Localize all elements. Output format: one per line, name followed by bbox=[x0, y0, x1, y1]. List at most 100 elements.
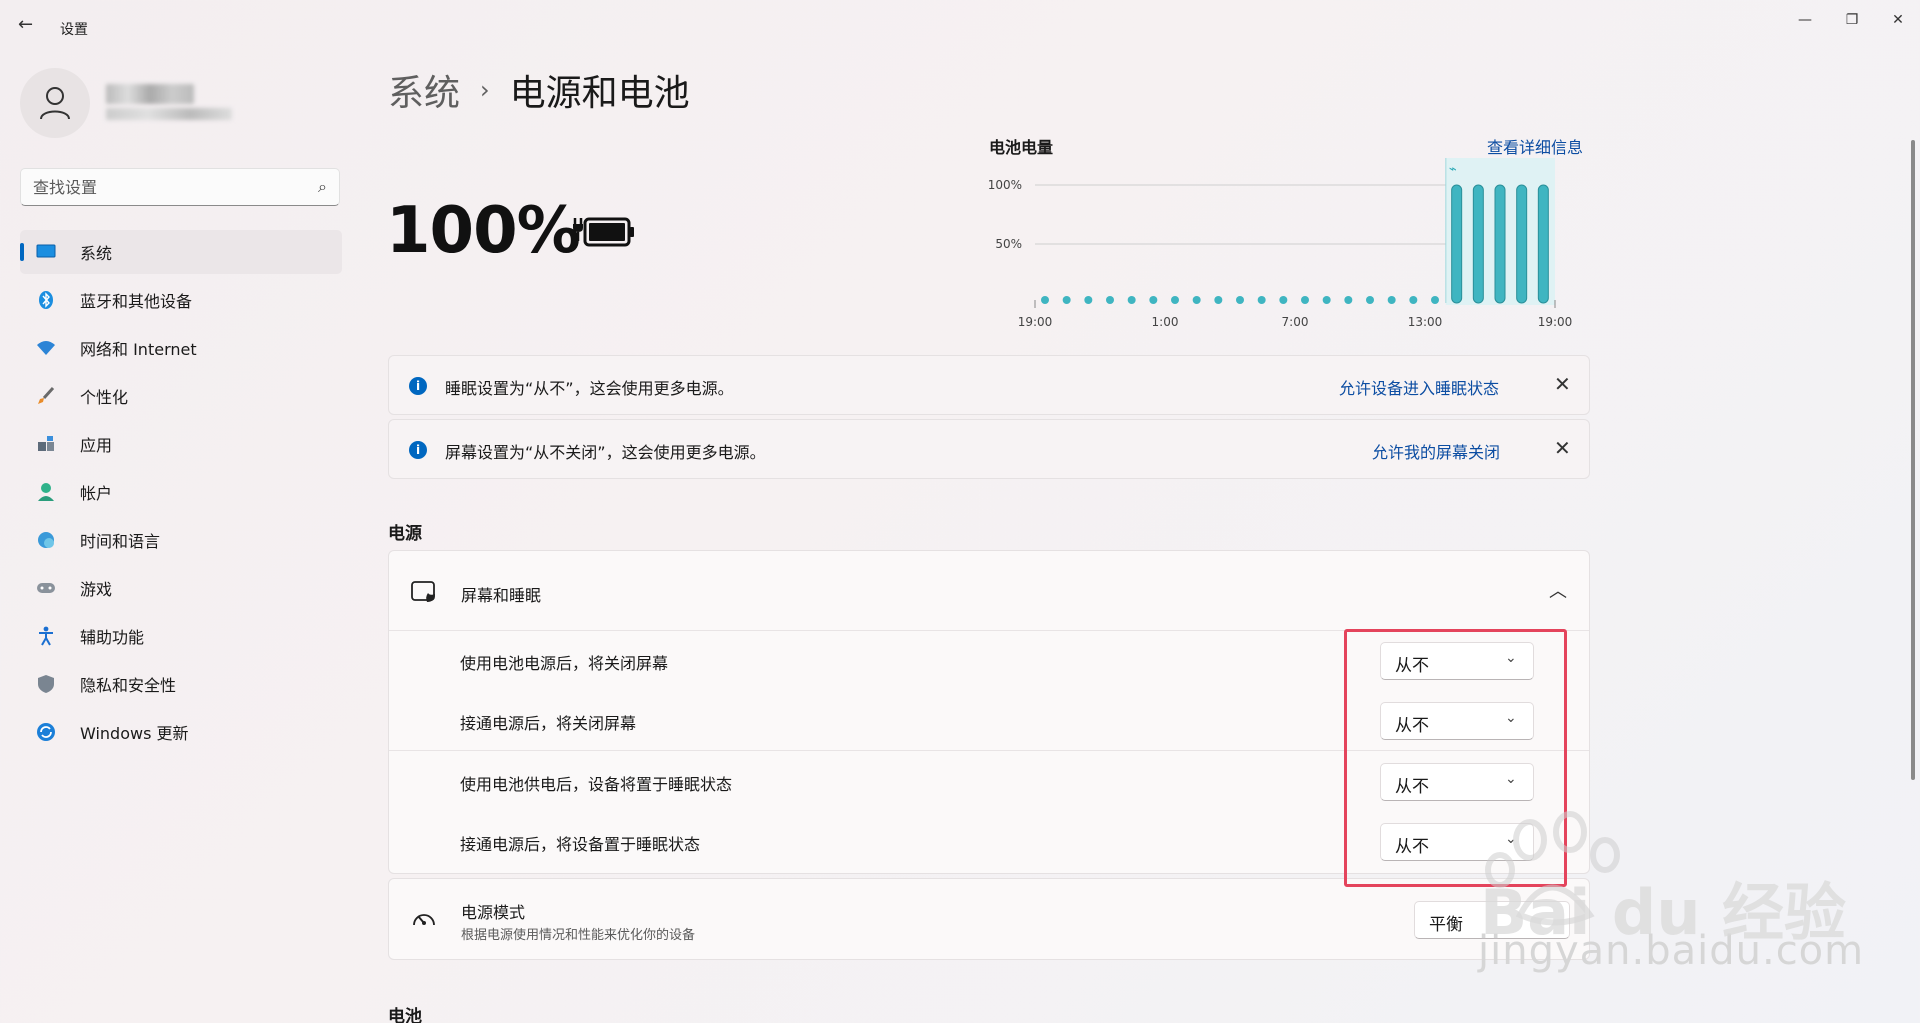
power-mode-title: 电源模式 bbox=[461, 903, 526, 922]
info-icon: i bbox=[409, 441, 427, 459]
chart-point bbox=[1431, 296, 1439, 304]
chart-point bbox=[1192, 296, 1201, 304]
search-input[interactable] bbox=[21, 169, 291, 205]
sidebar-item-label: 隐私和安全性 bbox=[80, 676, 177, 695]
battery-charging-icon bbox=[573, 217, 634, 247]
power-section-label: 电源 bbox=[388, 524, 422, 544]
x-tick-label: 13:00 bbox=[1408, 315, 1443, 329]
scrollbar[interactable] bbox=[1911, 140, 1915, 780]
x-tick-label: 1:00 bbox=[1152, 315, 1179, 329]
chart-bar bbox=[1516, 184, 1528, 304]
chart-point bbox=[1257, 296, 1266, 304]
chevron-up-icon[interactable]: ︿ bbox=[1549, 577, 1567, 603]
shield-icon bbox=[34, 672, 58, 696]
y-tick-label: 50% bbox=[995, 237, 1022, 251]
setting-label: 使用电池电源后，将关闭屏幕 bbox=[460, 654, 669, 673]
battery-chart: 100% 50% ⌁ 19:00 1:00 7:00 13:00 19:00 bbox=[988, 158, 1573, 329]
sidebar-item-label: 游戏 bbox=[80, 580, 113, 599]
search-box[interactable]: ⌕ bbox=[20, 168, 340, 206]
screen-sleep-title: 屏幕和睡眠 bbox=[461, 586, 542, 605]
sidebar-item-label: 网络和 Internet bbox=[80, 340, 197, 359]
sidebar-item-windows-update[interactable]: Windows 更新 bbox=[20, 710, 342, 754]
sidebar-item-label: 辅助功能 bbox=[80, 628, 145, 647]
dropdown-value: 平衡 bbox=[1429, 915, 1463, 935]
power-mode-subtitle: 根据电源使用情况和性能来优化你的设备 bbox=[461, 928, 696, 943]
sidebar-item-label: 个性化 bbox=[80, 388, 129, 407]
close-icon[interactable]: ✕ bbox=[1554, 436, 1571, 460]
chart-point bbox=[1387, 296, 1396, 304]
sidebar-item-label: Windows 更新 bbox=[80, 724, 189, 743]
search-icon[interactable]: ⌕ bbox=[318, 177, 327, 197]
title-bar: ← 设置 — ❐ ✕ bbox=[0, 0, 1920, 56]
chart-point bbox=[1366, 296, 1374, 304]
gauge-icon bbox=[413, 914, 435, 926]
sidebar-item-time-language[interactable]: 时间和语言 bbox=[20, 518, 342, 562]
chart-point bbox=[1171, 296, 1179, 304]
user-email-blurred bbox=[106, 108, 232, 120]
x-tick-label: 19:00 bbox=[1018, 315, 1053, 329]
screen-sleep-header[interactable]: 屏幕和睡眠 ︿ bbox=[389, 551, 1589, 631]
sidebar-item-label: 蓝牙和其他设备 bbox=[80, 292, 193, 311]
breadcrumb-separator: › bbox=[480, 76, 490, 104]
power-mode-card: 电源模式 根据电源使用情况和性能来优化你的设备 平衡 bbox=[388, 878, 1590, 960]
screen-sleep-icon bbox=[411, 581, 435, 602]
app-title: 设置 bbox=[60, 22, 88, 38]
chart-point bbox=[1127, 296, 1136, 304]
allow-screen-off-link[interactable]: 允许我的屏幕关闭 bbox=[1372, 439, 1500, 463]
sidebar-item-accounts[interactable]: 帐户 bbox=[20, 470, 342, 514]
maximize-button[interactable]: ❐ bbox=[1832, 6, 1872, 34]
chart-point bbox=[1279, 296, 1288, 304]
notice-text: 屏幕设置为“从不关闭”，这会使用更多电源。 bbox=[445, 443, 766, 462]
y-tick-label: 100% bbox=[988, 178, 1022, 192]
back-arrow-icon[interactable]: ← bbox=[18, 14, 42, 38]
chart-bar bbox=[1451, 184, 1463, 304]
minimize-button[interactable]: — bbox=[1785, 6, 1825, 34]
sidebar-item-label: 系统 bbox=[80, 244, 113, 263]
info-icon: i bbox=[409, 377, 427, 395]
page-title: 电源和电池 bbox=[509, 73, 690, 114]
chart-point bbox=[1409, 296, 1418, 304]
chart-point bbox=[1106, 296, 1114, 304]
chart-point bbox=[1062, 296, 1071, 304]
sleep-notice: i 睡眠设置为“从不”，这会使用更多电源。 允许设备进入睡眠状态 ✕ bbox=[388, 355, 1590, 415]
breadcrumb-parent[interactable]: 系统 bbox=[388, 64, 460, 116]
close-icon[interactable]: ✕ bbox=[1554, 372, 1571, 396]
chart-point bbox=[1344, 296, 1353, 304]
x-tick-label: 19:00 bbox=[1538, 315, 1573, 329]
sidebar-item-personalization[interactable]: 个性化 bbox=[20, 374, 342, 418]
setting-label: 接通电源后，将设备置于睡眠状态 bbox=[460, 835, 701, 854]
plug-icon: ⌁ bbox=[1449, 162, 1457, 177]
sidebar-item-network[interactable]: 网络和 Internet bbox=[20, 326, 342, 370]
battery-section-label: 电池 bbox=[388, 1007, 422, 1023]
chart-point bbox=[1322, 296, 1331, 304]
sidebar-item-apps[interactable]: 应用 bbox=[20, 422, 342, 466]
bluetooth-icon bbox=[34, 288, 58, 312]
close-button[interactable]: ✕ bbox=[1878, 6, 1918, 34]
sidebar-item-accessibility[interactable]: 辅助功能 bbox=[20, 614, 342, 658]
user-icon bbox=[40, 87, 70, 120]
accessibility-icon bbox=[34, 624, 58, 648]
screen-notice: i 屏幕设置为“从不关闭”，这会使用更多电源。 允许我的屏幕关闭 ✕ bbox=[388, 419, 1590, 479]
sidebar-item-gaming[interactable]: 游戏 bbox=[20, 566, 342, 610]
sidebar-item-label: 时间和语言 bbox=[80, 532, 161, 551]
update-icon bbox=[34, 720, 58, 744]
sidebar-item-bluetooth[interactable]: 蓝牙和其他设备 bbox=[20, 278, 342, 322]
person-icon bbox=[34, 480, 58, 504]
wifi-icon bbox=[34, 336, 58, 360]
avatar[interactable] bbox=[20, 68, 90, 138]
chart-bar bbox=[1472, 184, 1484, 304]
notice-text: 睡眠设置为“从不”，这会使用更多电源。 bbox=[445, 379, 734, 398]
battery-percent: 100% bbox=[386, 194, 581, 268]
sidebar-item-system[interactable]: 系统 bbox=[20, 230, 342, 274]
allow-sleep-link[interactable]: 允许设备进入睡眠状态 bbox=[1339, 375, 1499, 399]
breadcrumb: 系统 › 电源和电池 bbox=[388, 64, 690, 116]
chart-point bbox=[1301, 296, 1309, 304]
setting-label: 使用电池供电后，设备将置于睡眠状态 bbox=[460, 775, 733, 794]
sidebar-nav: 系统 蓝牙和其他设备 网络和 Internet 个性化 应用 帐户 时间和语言 … bbox=[20, 230, 342, 758]
chart-point bbox=[1236, 296, 1244, 304]
watermark-brand: Bai du 经验 bbox=[1480, 876, 1847, 949]
user-name-blurred bbox=[106, 84, 194, 104]
sidebar-item-privacy[interactable]: 隐私和安全性 bbox=[20, 662, 342, 706]
chart-point bbox=[1214, 296, 1223, 304]
sidebar-item-label: 帐户 bbox=[80, 484, 113, 503]
